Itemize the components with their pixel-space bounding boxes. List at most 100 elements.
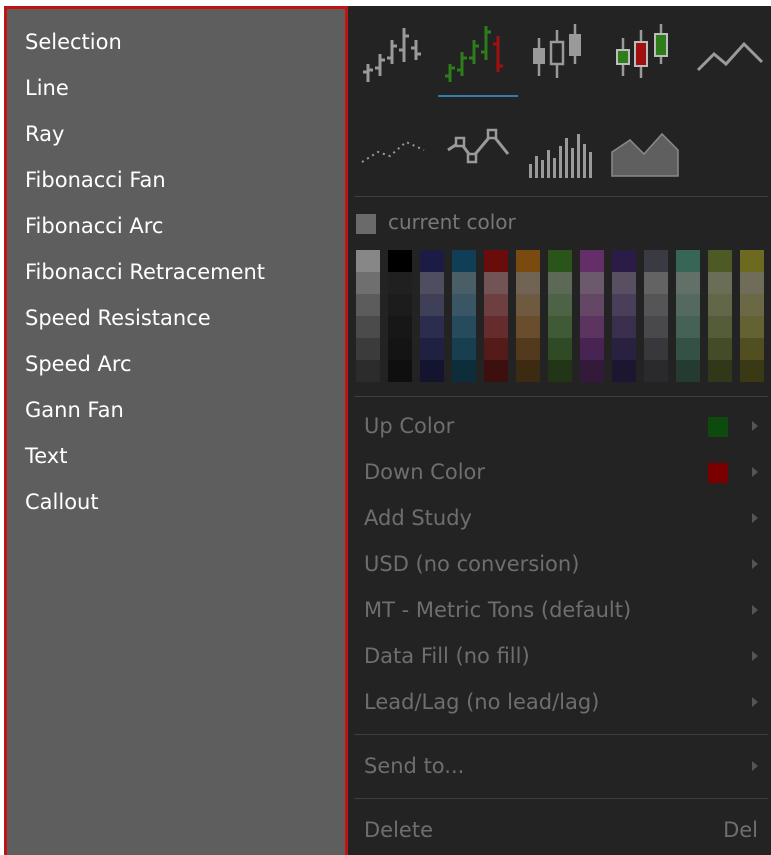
- palette-color-swatch[interactable]: [580, 338, 604, 360]
- palette-color-swatch[interactable]: [644, 316, 668, 338]
- palette-color-swatch[interactable]: [708, 294, 732, 316]
- palette-color-swatch[interactable]: [580, 250, 604, 272]
- palette-color-swatch[interactable]: [580, 272, 604, 294]
- palette-color-swatch[interactable]: [484, 316, 508, 338]
- palette-color-swatch[interactable]: [612, 294, 636, 316]
- chart-type-histogram-button[interactable]: [526, 120, 598, 180]
- palette-color-swatch[interactable]: [708, 316, 732, 338]
- palette-color-swatch[interactable]: [548, 316, 572, 338]
- currency-conversion-item[interactable]: USD (no conversion): [364, 546, 768, 582]
- menu-item-fibonacci-retracement[interactable]: Fibonacci Retracement: [25, 255, 265, 289]
- palette-color-swatch[interactable]: [388, 294, 412, 316]
- menu-item-selection[interactable]: Selection: [25, 25, 122, 59]
- palette-color-swatch[interactable]: [356, 294, 380, 316]
- menu-item-line[interactable]: Line: [25, 71, 69, 105]
- palette-color-swatch[interactable]: [644, 272, 668, 294]
- palette-color-swatch[interactable]: [452, 338, 476, 360]
- palette-color-swatch[interactable]: [516, 272, 540, 294]
- add-study-item[interactable]: Add Study: [364, 500, 768, 536]
- palette-color-swatch[interactable]: [676, 294, 700, 316]
- palette-color-swatch[interactable]: [516, 360, 540, 382]
- down-color-swatch[interactable]: [708, 463, 728, 483]
- palette-color-swatch[interactable]: [740, 360, 764, 382]
- palette-color-swatch[interactable]: [484, 338, 508, 360]
- palette-color-swatch[interactable]: [356, 272, 380, 294]
- palette-color-swatch[interactable]: [452, 360, 476, 382]
- palette-color-swatch[interactable]: [516, 250, 540, 272]
- chart-type-colored-bar-button[interactable]: [440, 20, 508, 84]
- current-color-swatch[interactable]: [356, 214, 376, 234]
- palette-color-swatch[interactable]: [516, 294, 540, 316]
- palette-color-swatch[interactable]: [612, 316, 636, 338]
- palette-color-swatch[interactable]: [516, 316, 540, 338]
- palette-color-swatch[interactable]: [740, 272, 764, 294]
- palette-color-swatch[interactable]: [580, 294, 604, 316]
- chart-type-colored-candlestick-button[interactable]: [614, 20, 678, 84]
- palette-color-swatch[interactable]: [740, 294, 764, 316]
- palette-color-swatch[interactable]: [708, 360, 732, 382]
- menu-item-ray[interactable]: Ray: [25, 117, 64, 151]
- palette-color-swatch[interactable]: [580, 360, 604, 382]
- palette-color-swatch[interactable]: [356, 360, 380, 382]
- palette-color-swatch[interactable]: [356, 250, 380, 272]
- palette-color-swatch[interactable]: [612, 360, 636, 382]
- menu-item-speed-arc[interactable]: Speed Arc: [25, 347, 132, 381]
- palette-color-swatch[interactable]: [676, 360, 700, 382]
- palette-color-swatch[interactable]: [644, 338, 668, 360]
- chart-type-line-button[interactable]: [696, 36, 766, 76]
- palette-color-swatch[interactable]: [420, 316, 444, 338]
- palette-color-swatch[interactable]: [452, 250, 476, 272]
- palette-color-swatch[interactable]: [612, 272, 636, 294]
- up-color-item[interactable]: Up Color: [364, 408, 768, 444]
- palette-color-swatch[interactable]: [644, 294, 668, 316]
- palette-color-swatch[interactable]: [452, 294, 476, 316]
- chart-type-line-markers-button[interactable]: [442, 122, 512, 170]
- palette-color-swatch[interactable]: [580, 316, 604, 338]
- palette-color-swatch[interactable]: [484, 272, 508, 294]
- palette-color-swatch[interactable]: [644, 250, 668, 272]
- palette-color-swatch[interactable]: [708, 272, 732, 294]
- palette-color-swatch[interactable]: [740, 316, 764, 338]
- palette-color-swatch[interactable]: [420, 250, 444, 272]
- palette-color-swatch[interactable]: [484, 360, 508, 382]
- palette-color-swatch[interactable]: [356, 316, 380, 338]
- down-color-item[interactable]: Down Color: [364, 454, 768, 490]
- delete-item[interactable]: Delete Del: [364, 812, 768, 848]
- palette-color-swatch[interactable]: [612, 338, 636, 360]
- up-color-swatch[interactable]: [708, 417, 728, 437]
- menu-item-speed-resistance[interactable]: Speed Resistance: [25, 301, 211, 335]
- palette-color-swatch[interactable]: [548, 250, 572, 272]
- palette-color-swatch[interactable]: [388, 360, 412, 382]
- palette-color-swatch[interactable]: [388, 316, 412, 338]
- palette-color-swatch[interactable]: [388, 250, 412, 272]
- data-fill-item[interactable]: Data Fill (no fill): [364, 638, 768, 674]
- menu-item-callout[interactable]: Callout: [25, 485, 99, 519]
- palette-color-swatch[interactable]: [676, 272, 700, 294]
- palette-color-swatch[interactable]: [708, 250, 732, 272]
- send-to-item[interactable]: Send to...: [364, 748, 768, 784]
- palette-color-swatch[interactable]: [420, 338, 444, 360]
- palette-color-swatch[interactable]: [548, 338, 572, 360]
- palette-color-swatch[interactable]: [708, 338, 732, 360]
- menu-item-text[interactable]: Text: [25, 439, 67, 473]
- menu-item-fibonacci-arc[interactable]: Fibonacci Arc: [25, 209, 163, 243]
- palette-color-swatch[interactable]: [420, 360, 444, 382]
- palette-color-swatch[interactable]: [484, 250, 508, 272]
- palette-color-swatch[interactable]: [676, 338, 700, 360]
- palette-color-swatch[interactable]: [612, 250, 636, 272]
- palette-color-swatch[interactable]: [740, 338, 764, 360]
- menu-item-gann-fan[interactable]: Gann Fan: [25, 393, 124, 427]
- palette-color-swatch[interactable]: [676, 316, 700, 338]
- menu-item-fibonacci-fan[interactable]: Fibonacci Fan: [25, 163, 166, 197]
- palette-color-swatch[interactable]: [516, 338, 540, 360]
- chart-type-mountain-button[interactable]: [610, 126, 680, 178]
- chart-type-dot-button[interactable]: [360, 128, 430, 168]
- palette-color-swatch[interactable]: [548, 360, 572, 382]
- palette-color-swatch[interactable]: [388, 272, 412, 294]
- palette-color-swatch[interactable]: [452, 316, 476, 338]
- palette-color-swatch[interactable]: [452, 272, 476, 294]
- palette-color-swatch[interactable]: [548, 272, 572, 294]
- palette-color-swatch[interactable]: [548, 294, 572, 316]
- chart-type-candlestick-button[interactable]: [530, 20, 594, 84]
- palette-color-swatch[interactable]: [420, 294, 444, 316]
